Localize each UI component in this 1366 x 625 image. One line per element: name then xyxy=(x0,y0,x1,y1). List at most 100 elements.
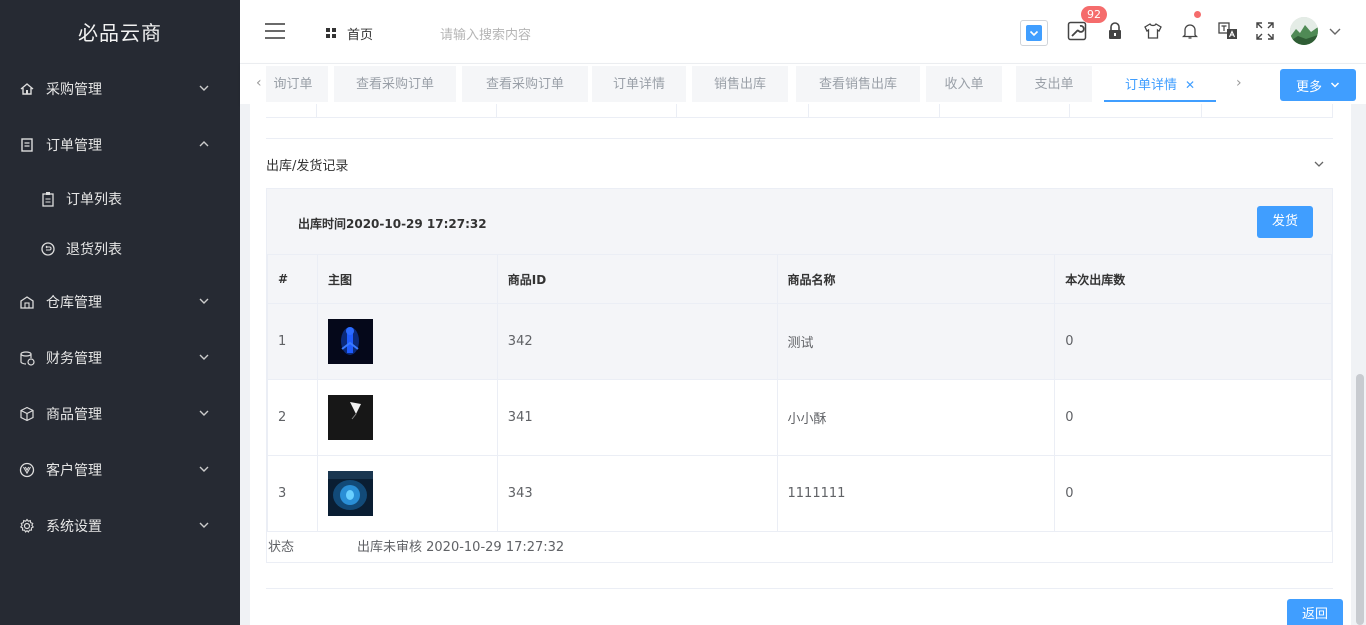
table-header-row: # 主图 商品ID 商品名称 本次出库数 xyxy=(267,254,1332,304)
chevron-down-icon xyxy=(199,522,209,528)
shipment-record-panel: 出库时间2020-10-29 17:27:32 发货 # 主图 商品ID 商品名… xyxy=(266,188,1333,563)
box-icon xyxy=(18,405,36,423)
chevron-down-icon xyxy=(199,354,209,360)
chevron-down-icon[interactable] xyxy=(1328,24,1342,38)
warehouse-icon xyxy=(18,293,36,311)
product-thumbnail[interactable] xyxy=(327,471,373,516)
sidebar-item-label: 财务管理 xyxy=(46,351,102,367)
chevron-down-icon xyxy=(1330,82,1340,88)
chevron-down-icon xyxy=(199,466,209,472)
chevron-down-icon xyxy=(199,298,209,304)
wrench-icon[interactable] xyxy=(1066,20,1088,42)
column-header: 主图 xyxy=(316,254,498,304)
panel-header: 出库时间2020-10-29 17:27:32 发货 xyxy=(267,189,1332,254)
sidebar-item-label: 订单管理 xyxy=(46,138,102,154)
top-header: 首页 请输入搜索内容 92 xyxy=(240,0,1366,64)
fullscreen-icon[interactable] xyxy=(1254,20,1276,42)
product-id: 342 xyxy=(496,303,778,380)
more-button[interactable]: 更多 xyxy=(1280,69,1356,101)
out-quantity: 0 xyxy=(1054,379,1332,456)
product-id: 343 xyxy=(496,455,778,532)
column-header: 本次出库数 xyxy=(1054,254,1332,304)
tab-item[interactable]: 查看采购订单 xyxy=(462,66,588,102)
vertical-scrollbar[interactable] xyxy=(1356,374,1364,625)
home-link[interactable]: 首页 xyxy=(326,24,373,43)
sidebar-subitem-order-list[interactable]: 订单列表 xyxy=(0,176,240,222)
sidebar: 必品云商 采购管理 订单管理 订单列表 退货列表 仓库管理 财务管理 商品管理 … xyxy=(0,0,240,625)
shirt-icon[interactable] xyxy=(1142,20,1164,42)
shipment-items-table: # 主图 商品ID 商品名称 本次出库数 1 342 测试 0 2 341 小小… xyxy=(267,254,1332,532)
product-image-cell xyxy=(316,455,498,532)
chevron-down-icon xyxy=(1026,25,1042,41)
chevron-up-icon xyxy=(199,141,209,147)
chevron-down-icon xyxy=(199,85,209,91)
tab-item[interactable]: 询订单 xyxy=(266,66,328,102)
product-image-cell xyxy=(316,379,498,456)
product-name: 测试 xyxy=(776,303,1056,380)
divider xyxy=(266,588,1333,589)
tab-item[interactable]: 销售出库 xyxy=(692,66,788,102)
sidebar-item-label: 系统设置 xyxy=(46,519,102,535)
row-index: 1 xyxy=(267,303,318,380)
lock-icon[interactable] xyxy=(1104,20,1126,42)
table-row[interactable]: 2 341 小小酥 0 xyxy=(267,379,1332,456)
sidebar-item-label: 采购管理 xyxy=(46,82,102,98)
chevron-left-icon[interactable]: ‹ xyxy=(256,76,266,90)
sidebar-item-label: 仓库管理 xyxy=(46,295,102,311)
table-row[interactable]: 3 343 1111111 0 xyxy=(267,455,1332,532)
chevron-right-icon[interactable]: › xyxy=(1236,76,1246,90)
status-row: 状态 出库未审核 2020-10-29 17:27:32 xyxy=(267,532,1332,562)
section-title: 出库/发货记录 xyxy=(266,159,349,174)
close-icon[interactable]: ✕ xyxy=(1185,78,1195,92)
out-quantity: 0 xyxy=(1054,303,1332,380)
sidebar-subitem-return-list[interactable]: 退货列表 xyxy=(0,226,240,272)
table-row[interactable]: 1 342 测试 0 xyxy=(267,303,1332,380)
sidebar-item-label: 商品管理 xyxy=(46,407,102,423)
product-name: 1111111 xyxy=(776,455,1056,532)
more-label: 更多 xyxy=(1295,79,1322,95)
divider xyxy=(266,138,1333,139)
sidebar-item-settings[interactable]: 系统设置 xyxy=(0,501,240,551)
column-header: 商品ID xyxy=(496,254,778,304)
status-label: 状态 xyxy=(268,540,295,555)
product-thumbnail[interactable] xyxy=(327,395,373,440)
sidebar-item-products[interactable]: 商品管理 xyxy=(0,389,240,439)
previous-table-bottom xyxy=(266,104,1333,118)
product-name: 小小酥 xyxy=(776,379,1056,456)
home-label: 首页 xyxy=(347,28,374,43)
status-value: 出库未审核 2020-10-29 17:27:32 xyxy=(357,540,565,555)
row-index: 3 xyxy=(267,455,318,532)
sidebar-item-warehouse[interactable]: 仓库管理 xyxy=(0,277,240,327)
tab-item[interactable]: 查看销售出库 xyxy=(796,66,920,102)
tab-item[interactable]: 支出单 xyxy=(1016,66,1092,102)
avatar[interactable] xyxy=(1290,17,1318,45)
finance-icon xyxy=(18,349,36,367)
return-icon xyxy=(40,241,56,257)
layout-select[interactable] xyxy=(1020,20,1048,46)
tab-item-active[interactable]: 订单详情 ✕ xyxy=(1104,66,1216,102)
sidebar-item-label: 退货列表 xyxy=(66,242,122,258)
product-id: 341 xyxy=(496,379,778,456)
vue-icon xyxy=(18,461,36,479)
tab-item[interactable]: 订单详情 xyxy=(592,66,686,102)
grid-icon xyxy=(326,28,336,38)
hamburger-menu-icon[interactable] xyxy=(265,22,285,40)
tab-item[interactable]: 查看采购订单 xyxy=(334,66,456,102)
sidebar-item-orders[interactable]: 订单管理 xyxy=(0,120,240,170)
sidebar-item-finance[interactable]: 财务管理 xyxy=(0,333,240,383)
ship-button[interactable]: 发货 xyxy=(1257,206,1313,238)
tab-item[interactable]: 收入单 xyxy=(926,66,1002,102)
product-thumbnail[interactable] xyxy=(327,319,373,364)
translate-icon[interactable] xyxy=(1217,20,1239,42)
sidebar-item-purchase[interactable]: 采购管理 xyxy=(0,64,240,114)
out-quantity: 0 xyxy=(1054,455,1332,532)
column-header: # xyxy=(267,254,318,304)
sidebar-item-customers[interactable]: 客户管理 xyxy=(0,445,240,495)
chevron-down-icon[interactable] xyxy=(1313,158,1325,170)
tab-bar: ‹ 询订单 查看采购订单 查看采购订单 订单详情 销售出库 查看销售出库 收入单… xyxy=(240,64,1366,104)
row-index: 2 xyxy=(267,379,318,456)
search-input[interactable]: 请输入搜索内容 xyxy=(440,24,531,43)
back-button[interactable]: 返回 xyxy=(1287,599,1343,625)
bell-icon[interactable] xyxy=(1179,20,1201,42)
document-icon xyxy=(18,136,36,154)
